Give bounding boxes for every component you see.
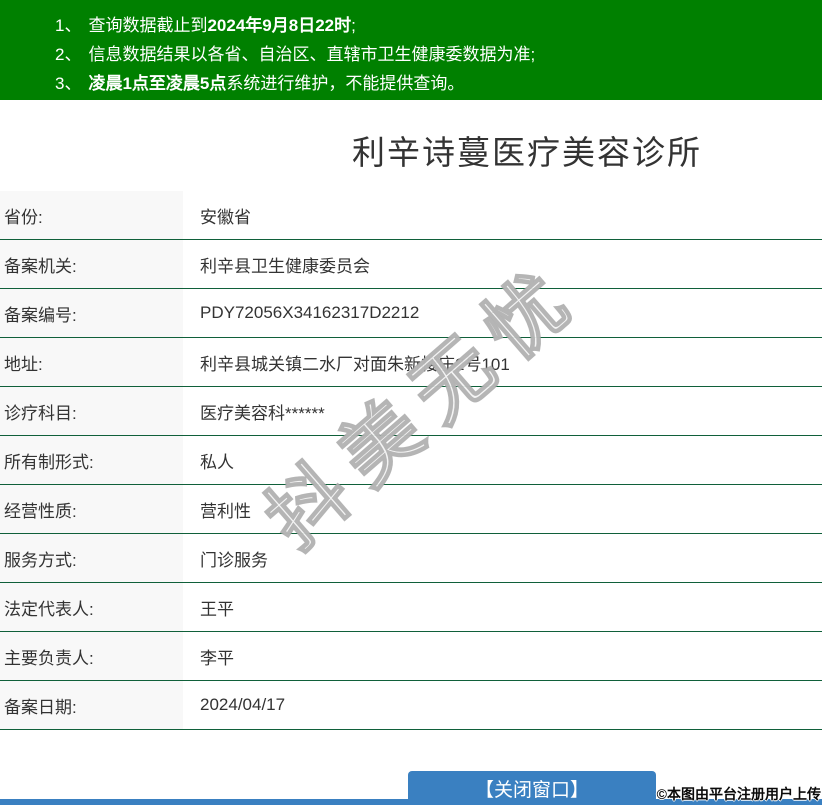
row-value: 营利性 bbox=[200, 501, 251, 521]
row-value: PDY72056X34162317D2212 bbox=[200, 303, 420, 322]
table-row-filing-authority: 备案机关: 利辛县卫生健康委员会 bbox=[0, 240, 822, 289]
notice-line-3: 3、 凌晨1点至凌晨5点系统进行维护，不能提供查询。 bbox=[55, 69, 812, 98]
uploader-watermark: ©本图由平台注册用户上传 bbox=[656, 786, 821, 802]
table-row-main-person-in-charge: 主要负责人: 李平 bbox=[0, 632, 822, 681]
notice-text-bold: 凌晨1点至凌晨5点 bbox=[88, 74, 227, 93]
table-row-ownership-form: 所有制形式: 私人 bbox=[0, 436, 822, 485]
row-label: 所有制形式: bbox=[0, 436, 183, 484]
row-value: 利辛县城关镇二水厂对面朱新楼庄2号101 bbox=[200, 354, 510, 374]
notice-line-1: 1、 查询数据截止到2024年9月8日22时; bbox=[55, 11, 812, 40]
row-value: 王平 bbox=[200, 599, 234, 619]
row-label: 法定代表人: bbox=[0, 583, 183, 631]
table-row-address: 地址: 利辛县城关镇二水厂对面朱新楼庄2号101 bbox=[0, 338, 822, 387]
row-label: 备案编号: bbox=[0, 289, 183, 337]
close-window-button[interactable]: 【关闭窗口】 bbox=[408, 771, 656, 805]
row-value: 2024/04/17 bbox=[200, 695, 286, 714]
record-table: 省份: 安徽省 备案机关: 利辛县卫生健康委员会 备案编号: PDY72056X… bbox=[0, 191, 822, 730]
row-label: 主要负责人: bbox=[0, 632, 183, 680]
table-row-filing-number: 备案编号: PDY72056X34162317D2212 bbox=[0, 289, 822, 338]
row-value: 医疗美容科****** bbox=[200, 403, 325, 423]
page-title: 利辛诗蔓医疗美容诊所 bbox=[352, 134, 702, 171]
row-value: 门诊服务 bbox=[200, 550, 268, 570]
notice-text: ; bbox=[351, 16, 356, 35]
notice-text: 信息数据结果以各省、自治区、直辖市卫生健康委数据为准; bbox=[88, 45, 536, 64]
notice-text: 查询数据截止到 bbox=[88, 16, 208, 35]
row-label: 诊疗科目: bbox=[0, 387, 183, 435]
table-row-treatment-subjects: 诊疗科目: 医疗美容科****** bbox=[0, 387, 822, 436]
notice-banner: 1、 查询数据截止到2024年9月8日22时; 2、 信息数据结果以各省、自治区、直… bbox=[0, 0, 822, 100]
row-label: 省份: bbox=[0, 191, 183, 239]
row-label: 经营性质: bbox=[0, 485, 183, 533]
table-row-legal-representative: 法定代表人: 王平 bbox=[0, 583, 822, 632]
notice-text-bold: 2024年9月8日22时 bbox=[207, 16, 352, 35]
row-label: 地址: bbox=[0, 338, 183, 386]
row-value: 利辛县卫生健康委员会 bbox=[200, 256, 370, 276]
notice-line-2: 2、 信息数据结果以各省、自治区、直辖市卫生健康委数据为准; bbox=[55, 40, 812, 69]
row-value: 私人 bbox=[200, 452, 234, 472]
row-label: 备案日期: bbox=[0, 681, 183, 729]
notice-number: 1、 bbox=[55, 16, 82, 35]
row-label: 备案机关: bbox=[0, 240, 183, 288]
table-row-filing-date: 备案日期: 2024/04/17 bbox=[0, 681, 822, 730]
table-row-business-nature: 经营性质: 营利性 bbox=[0, 485, 822, 534]
notice-number: 2、 bbox=[55, 45, 82, 64]
table-row-province: 省份: 安徽省 bbox=[0, 191, 822, 240]
row-value: 安徽省 bbox=[200, 207, 251, 227]
notice-number: 3、 bbox=[55, 74, 82, 93]
row-label: 服务方式: bbox=[0, 534, 183, 582]
notice-text: 系统进行维护，不能提供查询。 bbox=[226, 74, 465, 93]
table-row-service-mode: 服务方式: 门诊服务 bbox=[0, 534, 822, 583]
row-value: 李平 bbox=[200, 648, 234, 668]
